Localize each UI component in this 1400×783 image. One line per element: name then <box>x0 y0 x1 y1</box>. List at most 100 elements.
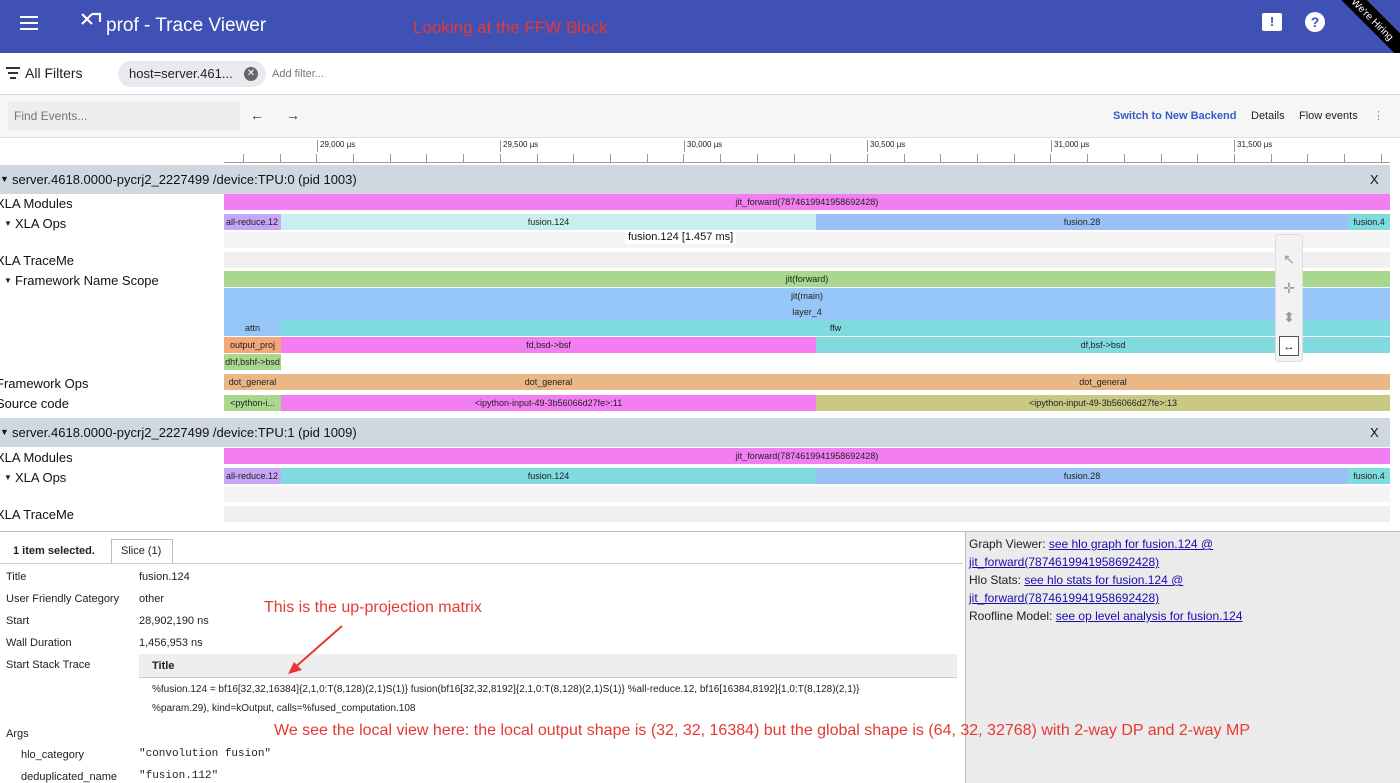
pan-tool-icon[interactable]: ✛ <box>1279 278 1299 298</box>
wall-key: Wall Duration <box>6 637 72 649</box>
op-bar[interactable]: fusion.28 <box>816 214 1348 230</box>
ruler-tick <box>1124 154 1125 162</box>
row-xla-traceme: XLA TraceMe <box>0 507 75 522</box>
hiring-ribbon-label: We're Hiring <box>1348 0 1396 44</box>
prev-event-button[interactable]: ← <box>250 107 264 123</box>
hlo-stats-label: Hlo Stats: <box>969 573 1025 587</box>
hlo-stats-link[interactable]: see hlo stats for fusion.124 @ <box>1024 573 1183 587</box>
roofline-row: Roofline Model: see op level analysis fo… <box>969 607 1243 625</box>
ruler-tick <box>867 154 868 162</box>
stack-line-2: %param.29), kind=kOutput, calls=%fused_c… <box>152 703 416 714</box>
source-bar[interactable]: <ipython-input-49-3b56066d27fe>:13 <box>816 395 1390 411</box>
ruler-tick <box>830 154 831 162</box>
op-bar[interactable]: all-reduce.12 <box>224 214 281 230</box>
time-ruler: 29,000 µs 29,500 µs 30,000 µs 30,500 µs … <box>0 138 1400 164</box>
timing-tool-icon[interactable]: ↔ <box>1279 336 1299 356</box>
filter-chip-label: host=server.461... <box>129 66 233 81</box>
collapse-icon[interactable]: ▼ <box>0 427 9 437</box>
ruler-tick <box>610 154 611 162</box>
hlo-category-value: "convolution fusion" <box>139 748 272 760</box>
search-bar: ← → Switch to New Backend Details Flow e… <box>0 95 1400 138</box>
fw-op-bar[interactable]: dot_general <box>224 374 281 390</box>
stack-key: Start Stack Trace <box>6 659 91 671</box>
module-bar[interactable]: jit_forward(7874619941958692428) <box>224 448 1390 464</box>
device-close-button[interactable]: X <box>1370 425 1379 440</box>
scope-bar[interactable]: fd,bsd->bsf <box>281 337 816 353</box>
scope-bar[interactable]: attn <box>224 320 281 336</box>
device-header[interactable]: ▼ server.4618.0000-pycrj2_2227499 /devic… <box>0 165 1390 194</box>
annotation-top: Looking at the FFW Block <box>413 18 608 37</box>
switch-backend-button[interactable]: Switch to New Backend <box>1113 110 1236 122</box>
tab-slice-label: Slice (1) <box>121 545 162 557</box>
dedup-value: "fusion.112" <box>139 770 219 782</box>
zoom-tool-icon[interactable]: ⬍ <box>1279 307 1299 327</box>
scope-bar[interactable]: output_proj <box>224 337 281 353</box>
feedback-icon[interactable]: ! <box>1262 13 1282 31</box>
all-filters-button[interactable]: All Filters <box>25 65 83 81</box>
op-bar[interactable]: fusion.4 <box>1348 214 1390 230</box>
filter-chip[interactable]: host=server.461... ✕ <box>118 61 266 87</box>
collapse-icon[interactable]: ▼ <box>0 174 9 184</box>
hlo-stats-link-2[interactable]: jit_forward(7874619941958692428) <box>969 591 1159 605</box>
select-tool-icon[interactable]: ↖ <box>1279 249 1299 269</box>
tab-slice[interactable]: Slice (1) <box>111 539 173 563</box>
scope-bar[interactable]: df,bsf->bsd <box>816 337 1390 353</box>
scope-bar[interactable]: layer_4 <box>224 304 1390 320</box>
source-bar[interactable]: <python-i... <box>224 395 281 411</box>
args-key: Args <box>6 728 29 740</box>
stack-header-label: Title <box>152 660 175 672</box>
device-close-button[interactable]: X <box>1370 172 1379 187</box>
filter-icon[interactable] <box>6 67 20 79</box>
device-header[interactable]: ▼ server.4618.0000-pycrj2_2227499 /devic… <box>0 418 1390 447</box>
hamburger-icon[interactable] <box>20 16 38 32</box>
scope-bar[interactable]: jit(forward) <box>224 271 1390 287</box>
ruler-tick <box>280 154 281 162</box>
more-options-icon[interactable]: ⋮ <box>1373 109 1384 122</box>
fw-op-bar[interactable]: dot_general <box>281 374 816 390</box>
next-event-button[interactable]: → <box>286 107 300 123</box>
expand-icon[interactable]: ▼ <box>4 276 12 285</box>
ruler-tick <box>500 154 501 162</box>
ruler-tick <box>1271 154 1272 162</box>
source-bar[interactable]: <ipython-input-49-3b56066d27fe>:11 <box>281 395 816 411</box>
op-bar[interactable]: fusion.124 <box>281 468 816 484</box>
ruler-tick <box>1087 154 1088 162</box>
module-bar[interactable]: jit_forward(7874619941958692428) <box>224 194 1390 210</box>
roofline-link[interactable]: see op level analysis for fusion.124 <box>1056 609 1243 623</box>
title-value: fusion.124 <box>139 571 190 583</box>
find-events-input[interactable] <box>8 101 240 131</box>
left-details: 1 item selected. Slice (1) Title fusion.… <box>0 532 963 783</box>
add-filter-input[interactable] <box>272 64 452 84</box>
selected-count: 1 item selected. <box>13 545 95 557</box>
expand-icon[interactable]: ▼ <box>4 219 12 228</box>
ruler-tick <box>904 154 905 162</box>
help-icon[interactable]: ? <box>1305 12 1325 32</box>
ruler-tick <box>940 154 941 162</box>
ruler-label: 29,500 µs <box>500 140 538 152</box>
dedup-key: deduplicated_name <box>21 771 118 783</box>
annotation-upproj: This is the up-projection matrix <box>264 599 482 616</box>
flow-events-button[interactable]: Flow events <box>1299 110 1358 122</box>
op-bar[interactable]: fusion.4 <box>1348 468 1390 484</box>
hlo-stats-row: Hlo Stats: see hlo stats for fusion.124 … <box>969 571 1389 607</box>
graph-viewer-link-2[interactable]: jit_forward(7874619941958692428) <box>969 555 1159 569</box>
ruler-tick <box>573 154 574 162</box>
op-bar[interactable]: all-reduce.12 <box>224 468 281 484</box>
graph-viewer-link[interactable]: see hlo graph for fusion.124 @ <box>1049 537 1213 551</box>
wall-value: 1,456,953 ns <box>139 637 203 649</box>
tool-palette: ↖ ✛ ⬍ ↔ <box>1275 234 1303 362</box>
stack-header: Title <box>139 654 957 678</box>
ruler-tick <box>316 154 317 162</box>
scope-bar[interactable]: jit(main) <box>224 288 1390 304</box>
details-button[interactable]: Details <box>1251 110 1285 122</box>
fw-op-bar[interactable]: dot_general <box>816 374 1390 390</box>
chip-close-icon[interactable]: ✕ <box>244 67 258 81</box>
ruler-label: 31,500 µs <box>1234 140 1272 152</box>
ops-sub-row <box>224 486 1390 502</box>
scope-bar[interactable]: dhf,bshf->bsd <box>224 354 281 370</box>
scope-bar[interactable]: ffw <box>281 320 1390 336</box>
op-bar[interactable]: fusion.124 <box>281 214 816 230</box>
device-title: server.4618.0000-pycrj2_2227499 /device:… <box>12 425 357 440</box>
expand-icon[interactable]: ▼ <box>4 473 12 482</box>
op-bar[interactable]: fusion.28 <box>816 468 1348 484</box>
